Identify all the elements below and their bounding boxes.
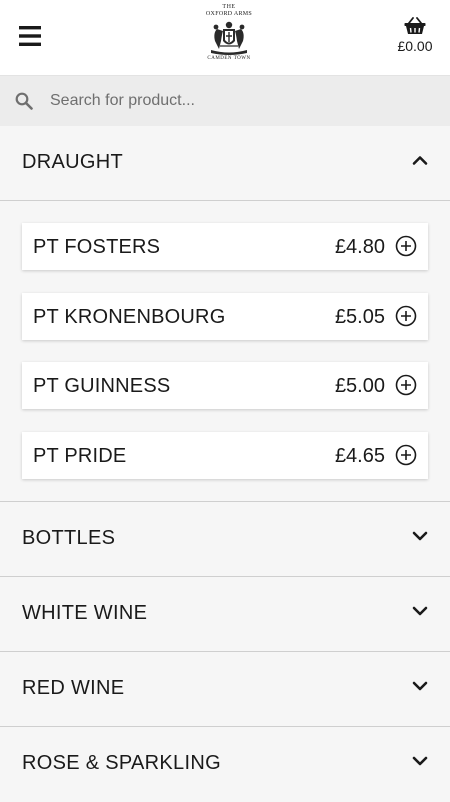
chevron-down-icon xyxy=(412,681,428,691)
product-item[interactable]: PT KRONENBOURG £5.05 xyxy=(22,293,428,340)
product-price: £5.05 xyxy=(334,306,385,328)
chevron-down-icon xyxy=(412,756,428,766)
category-label: BOTTLES xyxy=(22,527,116,549)
category-white-wine[interactable]: WHITE WINE xyxy=(0,577,450,652)
product-price: £5.00 xyxy=(334,375,385,397)
category-draught[interactable]: DRAUGHT xyxy=(0,126,450,201)
product-item[interactable]: PT FOSTERS £4.80 xyxy=(22,223,428,270)
product-name: PT PRIDE xyxy=(33,445,127,467)
category-label: DRAUGHT xyxy=(22,151,123,173)
add-circle-icon[interactable] xyxy=(395,235,417,257)
product-price: £4.80 xyxy=(334,236,385,258)
logo[interactable]: THE OXFORD ARMS CAMDEN TOWN xyxy=(198,4,260,70)
chevron-down-icon xyxy=(412,606,428,616)
product-item[interactable]: PT PRIDE £4.65 xyxy=(22,432,428,479)
product-name: PT FOSTERS xyxy=(33,236,161,258)
draught-products-list: PT FOSTERS £4.80 PT KRONENBOURG £5.05 PT… xyxy=(0,201,450,502)
category-label: RED WINE xyxy=(22,677,125,699)
search-bar xyxy=(0,76,450,127)
category-bottles[interactable]: BOTTLES xyxy=(0,502,450,577)
crest-icon xyxy=(211,21,247,55)
product-item[interactable]: PT GUINNESS £5.00 xyxy=(22,362,428,409)
hamburger-menu-icon[interactable] xyxy=(19,25,41,47)
category-label: ROSE & SPARKLING xyxy=(22,752,221,774)
basket-icon xyxy=(404,17,426,34)
chevron-down-icon xyxy=(412,531,428,541)
category-red-wine[interactable]: RED WINE xyxy=(0,652,450,727)
chevron-up-icon xyxy=(412,156,428,165)
add-circle-icon[interactable] xyxy=(395,305,417,327)
product-price: £4.65 xyxy=(334,445,385,467)
product-name: PT GUINNESS xyxy=(33,375,171,397)
category-rose-sparkling[interactable]: ROSE & SPARKLING xyxy=(0,727,450,802)
category-label: WHITE WINE xyxy=(22,602,148,624)
app-header: THE OXFORD ARMS CAMDEN TOWN £0.00 xyxy=(0,0,450,76)
product-name: PT KRONENBOURG xyxy=(33,306,226,328)
logo-line-1: THE xyxy=(222,4,236,10)
logo-line-3: CAMDEN TOWN xyxy=(207,56,251,61)
search-input[interactable] xyxy=(48,87,428,115)
logo-line-2: OXFORD ARMS xyxy=(205,11,253,17)
basket-total: £0.00 xyxy=(397,38,433,54)
basket-button[interactable]: £0.00 xyxy=(395,17,435,61)
search-icon xyxy=(15,92,33,110)
add-circle-icon[interactable] xyxy=(395,444,417,466)
add-circle-icon[interactable] xyxy=(395,374,417,396)
